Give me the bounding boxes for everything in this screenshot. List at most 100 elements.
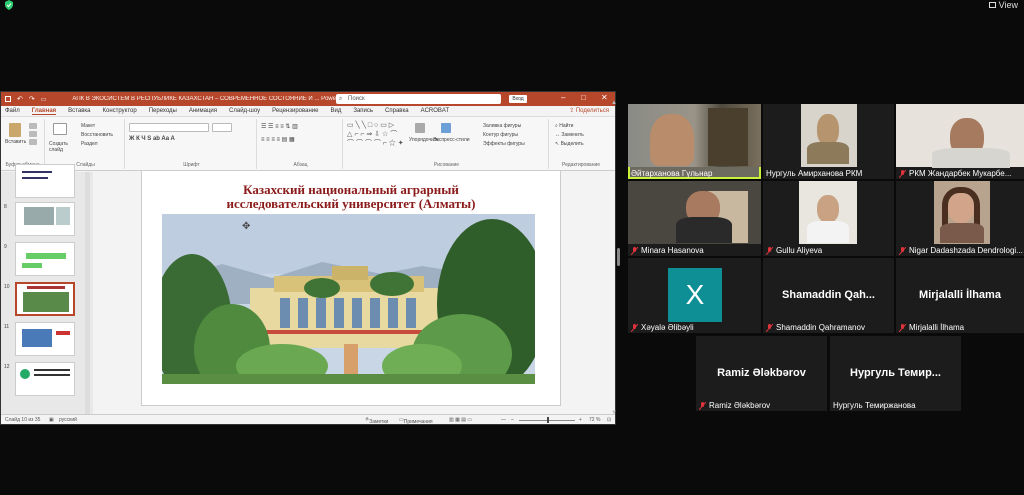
participant-tile[interactable]: X Xəyalə Əlibəyli [628, 258, 761, 333]
undo-icon[interactable]: ↶ [17, 95, 23, 103]
find-button[interactable]: ⌕ Найти [555, 123, 573, 129]
copy-icon[interactable] [29, 131, 37, 137]
new-slide-button[interactable]: Создать слайд [49, 141, 75, 153]
zoom-thumb[interactable] [547, 417, 549, 423]
save-icon[interactable] [5, 96, 11, 102]
zoom-level[interactable]: 72 % [589, 417, 600, 423]
shape-effects-button[interactable]: Эффекты фигуры [483, 141, 525, 147]
font-size-select[interactable] [212, 123, 232, 132]
layout-button[interactable]: Макет [81, 123, 95, 129]
arrange-icon[interactable] [415, 123, 425, 133]
tab-review[interactable]: Рецензирование [272, 108, 318, 114]
pager-down-icon[interactable]: ▼ [611, 410, 617, 416]
pager-up-icon[interactable]: ▲ [611, 100, 617, 106]
spellcheck-icon[interactable]: ▣ [49, 417, 54, 423]
paragraph-group: ☰ ☰ ≡ ≡ ⇅ ▥ ≡ ≡ ≡ ≡ ▤ ▦ Абзац [259, 119, 343, 169]
quick-styles-icon[interactable] [441, 123, 451, 133]
slide-thumb[interactable] [15, 242, 75, 276]
participant-tile[interactable]: Shamaddin Qah... Shamaddin Qahramanov [763, 258, 894, 333]
replace-button[interactable]: ↔ Заменить [555, 132, 584, 138]
slide-thumb[interactable] [15, 362, 75, 396]
start-presentation-icon[interactable]: ▭ [41, 96, 47, 103]
language-label[interactable]: русский [59, 417, 77, 423]
tab-file[interactable]: Файл [5, 108, 20, 114]
mic-muted-icon [699, 401, 706, 410]
shape-fill-button[interactable]: Заливка фигуры [483, 123, 521, 129]
minimize-icon[interactable]: – [561, 93, 565, 102]
align-buttons[interactable]: ≡ ≡ ≡ ≡ ▤ ▦ [261, 136, 295, 143]
slide-thumb[interactable] [15, 164, 75, 198]
participant-tile[interactable]: Mirjalalli İlhama Mirjalalli İlhama [896, 258, 1024, 333]
section-button[interactable]: Раздел [81, 141, 98, 147]
format-painter-icon[interactable] [29, 139, 37, 145]
tab-design[interactable]: Конструктор [102, 108, 136, 114]
paste-button[interactable]: Вставить [5, 139, 26, 145]
zoom-slider[interactable]: — [501, 417, 506, 423]
tab-animations[interactable]: Анимация [189, 108, 217, 114]
participant-tile[interactable]: Нургуль Амирханова РКМ [763, 104, 894, 179]
shape-outline-button[interactable]: Контур фигуры [483, 132, 518, 138]
view-mode-buttons[interactable]: ▥ ▦ ▤ ▭ [449, 417, 472, 423]
tab-insert[interactable]: Вставка [68, 108, 90, 114]
tab-record[interactable]: Запись [353, 108, 373, 114]
mic-muted-icon [766, 323, 773, 332]
font-format-buttons[interactable]: Ж К Ч S ab Aa A [129, 136, 175, 142]
share-button[interactable]: ⇪ Поделиться [569, 107, 609, 114]
quick-styles-button[interactable]: Экспресс-стили [433, 137, 470, 143]
mic-muted-icon [766, 246, 773, 255]
participant-tile[interactable]: Ramiz Ələkbərov Ramiz Ələkbərov [696, 336, 827, 411]
participant-video [799, 181, 857, 244]
maximize-icon[interactable]: □ [581, 93, 586, 102]
tab-help[interactable]: Справка [385, 108, 409, 114]
cut-icon[interactable] [29, 123, 37, 129]
avatar: X [668, 268, 722, 322]
view-button[interactable]: View [985, 0, 1024, 10]
zoom-out-icon[interactable]: – [511, 417, 514, 423]
tab-transitions[interactable]: Переходы [149, 108, 177, 114]
new-slide-icon[interactable] [53, 123, 67, 135]
comments-button[interactable]: ▭ Примечания [399, 417, 433, 424]
slide-thumb[interactable] [15, 202, 75, 236]
slide-thumb[interactable] [15, 322, 75, 356]
select-button[interactable]: ↖ Выделить [555, 141, 584, 147]
redo-icon[interactable]: ↷ [29, 95, 35, 103]
participant-tile[interactable]: Minara Hasanova [628, 181, 761, 256]
shared-screen-powerpoint[interactable]: ↶ ↷ ▭ АПК В ЭКОСИСТЕМ В РЕСПУБЛИКЕ КАЗАХ… [0, 91, 616, 425]
university-building-photo[interactable] [162, 214, 535, 384]
tab-acrobat[interactable]: ACROBAT [421, 108, 450, 114]
slide-canvas[interactable]: Казахский национальный аграрный исследов… [141, 170, 561, 406]
mic-muted-icon [899, 169, 906, 178]
bullets-buttons[interactable]: ☰ ☰ ≡ ≡ ⇅ ▥ [261, 123, 298, 130]
fit-slide-icon[interactable]: ⊡ [607, 417, 611, 423]
tab-home[interactable]: Главная [31, 108, 57, 115]
notes-label: Заметки [369, 419, 389, 425]
tab-view[interactable]: Вид [330, 108, 341, 114]
zoom-in-icon[interactable]: + [579, 417, 582, 423]
participant-video [628, 181, 761, 244]
shield-icon[interactable] [4, 0, 14, 10]
participant-tile[interactable]: РКМ Жандарбек Мукарбе... [896, 104, 1024, 179]
ppt-search-input[interactable]: ⌕ Поиск [336, 94, 501, 104]
participant-video [934, 181, 990, 244]
participant-tile[interactable]: Nigar Dadashzada Dendrologi... [896, 181, 1024, 256]
paste-icon[interactable] [9, 123, 21, 137]
slide-thumbnails[interactable]: 8 9 10 11 12 [1, 164, 93, 416]
slide-thumb-selected[interactable] [15, 282, 75, 316]
participant-tile[interactable]: Әйтарханова Гүльнар [628, 104, 761, 179]
signin-button[interactable]: Вход [509, 95, 527, 103]
reset-button[interactable]: Восстановить [81, 132, 113, 138]
resize-handle[interactable] [617, 248, 620, 266]
thumbnail-scrollbar[interactable] [85, 172, 90, 416]
shapes-gallery[interactable]: ▭ ╲ ╲ □ ○ ▭ ▷ △ ⌐ ⌐ ⇒ ⇩ ☆ ⌒ ⌒ ⌒ ⌒ ⌒ ⌐ ☆ ✦ [347, 121, 404, 148]
drawing-group: ▭ ╲ ╲ □ ○ ▭ ▷ △ ⌐ ⌐ ⇒ ⇩ ☆ ⌒ ⌒ ⌒ ⌒ ⌒ ⌐ ☆ ✦ … [345, 119, 549, 169]
participant-tile[interactable]: Gullu Aliyeva [763, 181, 894, 256]
mic-muted-icon [899, 323, 906, 332]
participant-tile[interactable]: Нургуль Темир... Нургуль Темиржанова [830, 336, 961, 411]
close-icon[interactable]: ✕ [601, 93, 608, 102]
status-bar: Слайд 10 из 35 ▣ русский ≙ Заметки ▭ При… [1, 414, 615, 424]
notes-button[interactable]: ≙ Заметки [365, 417, 388, 424]
tab-slideshow[interactable]: Слайд-шоу [229, 108, 260, 114]
slide-title[interactable]: Казахский национальный аграрный исследов… [142, 183, 560, 211]
group-label: Шрифт [183, 162, 200, 168]
font-name-select[interactable] [129, 123, 209, 132]
